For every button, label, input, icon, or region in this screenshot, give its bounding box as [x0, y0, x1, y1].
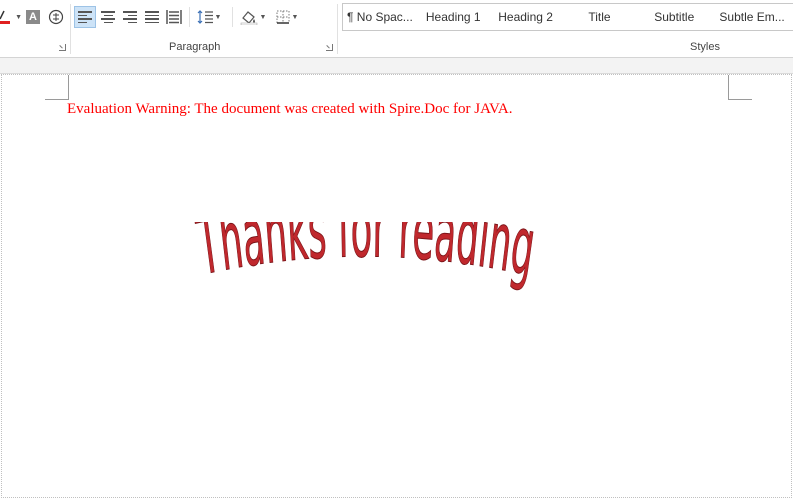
- wordart-label: Thanks for reading: [191, 222, 540, 296]
- chevron-down-icon: ▼: [15, 13, 22, 21]
- align-left-button[interactable]: [74, 6, 96, 28]
- style-subtitle[interactable]: Subtitle: [637, 4, 711, 30]
- toolbar-separator: [232, 7, 233, 27]
- font-color-button[interactable]: ▼: [0, 6, 22, 28]
- borders-icon: [276, 10, 290, 24]
- style-heading-2[interactable]: Heading 2: [490, 4, 562, 30]
- font-dialog-launcher-icon[interactable]: [59, 44, 66, 51]
- justify-button[interactable]: [141, 6, 163, 28]
- group-divider: [337, 4, 338, 54]
- line-spacing-icon: [197, 10, 213, 24]
- evaluation-warning-text: Evaluation Warning: The document was cre…: [67, 101, 513, 117]
- align-right-button[interactable]: [119, 6, 141, 28]
- crop-mark-top-right: [728, 75, 752, 100]
- style-subtle-emphasis[interactable]: Subtle Em...: [711, 4, 793, 30]
- svg-text:Thanks for reading: Thanks for reading: [192, 222, 540, 295]
- character-shading-button[interactable]: A: [25, 6, 41, 28]
- ruler-strip: [0, 58, 793, 74]
- wordart-text[interactable]: Thanks for reading: [190, 222, 550, 322]
- paragraph-dialog-launcher-icon[interactable]: [326, 44, 333, 51]
- paint-bucket-icon: [240, 11, 257, 25]
- center-button[interactable]: [97, 6, 119, 28]
- enclose-characters-icon: [48, 9, 64, 25]
- crop-mark-top-left: [45, 75, 69, 100]
- distributed-icon: [166, 10, 182, 24]
- toolbar-separator: [189, 7, 190, 27]
- align-center-icon: [101, 11, 115, 23]
- group-divider: [70, 4, 71, 54]
- enclose-characters-button[interactable]: [46, 6, 66, 28]
- justify-icon: [145, 11, 159, 23]
- chevron-down-icon: ▼: [214, 13, 222, 21]
- style-no-spacing[interactable]: ¶ No Spac...: [343, 4, 417, 30]
- character-shading-glyph: A: [29, 11, 37, 23]
- character-shading-icon: A: [26, 10, 40, 24]
- chevron-down-icon: ▼: [259, 13, 267, 21]
- paragraph-group-label: Paragraph: [169, 41, 221, 53]
- style-heading-1[interactable]: Heading 1: [417, 4, 490, 30]
- distributed-button[interactable]: [163, 6, 185, 28]
- styles-gallery: ¶ No Spac... Heading 1 Heading 2 Title S…: [342, 3, 793, 31]
- style-title[interactable]: Title: [562, 4, 638, 30]
- align-left-icon: [78, 11, 92, 23]
- font-color-icon: [0, 10, 10, 24]
- styles-group-label: Styles: [690, 41, 720, 53]
- shading-button[interactable]: ▼: [238, 6, 268, 28]
- line-spacing-button[interactable]: ▼: [194, 6, 224, 28]
- ribbon: ▼ A ▼ ▼ ▼ Paragraph ¶ No Spac... Heading…: [0, 0, 793, 58]
- chevron-down-icon: ▼: [291, 13, 299, 21]
- align-right-icon: [123, 11, 137, 23]
- borders-button[interactable]: ▼: [272, 6, 302, 28]
